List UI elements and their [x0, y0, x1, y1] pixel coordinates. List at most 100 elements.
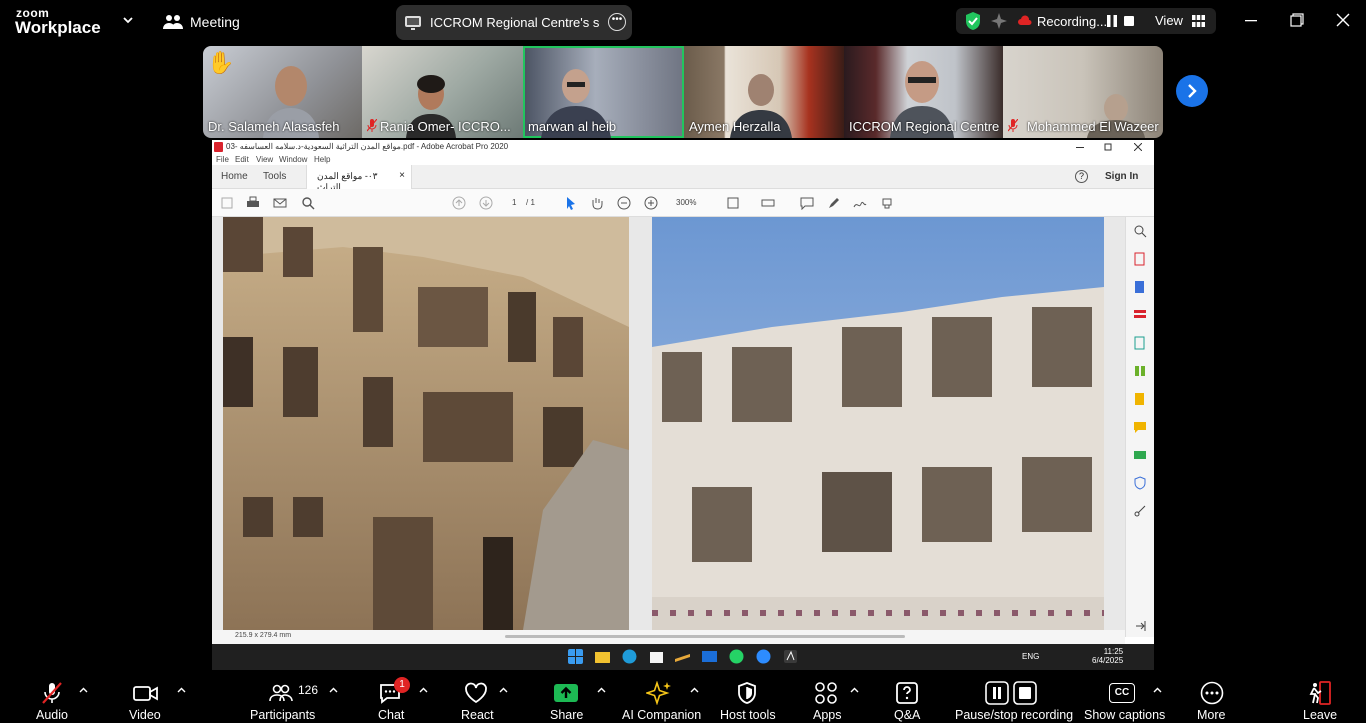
participants-button[interactable]: 126 Participants: [247, 671, 327, 723]
tab-document[interactable]: ٠٣- مواقع المدن التراث... ×: [306, 165, 412, 192]
windows-start-icon[interactable]: [568, 649, 583, 664]
ai-companion-button[interactable]: AI Companion: [620, 671, 701, 723]
minimize-icon[interactable]: [1243, 12, 1259, 28]
scan-ocr-icon[interactable]: [1133, 448, 1147, 462]
caret-up-icon[interactable]: [329, 687, 338, 693]
edge-browser-icon[interactable]: [622, 649, 637, 664]
chevron-down-icon[interactable]: [121, 13, 135, 27]
audio-button[interactable]: Audio: [30, 671, 90, 723]
fit-page-icon[interactable]: [726, 196, 740, 210]
zoom-level-select[interactable]: 300%: [676, 198, 696, 207]
video-button[interactable]: Video: [125, 671, 170, 723]
input-language[interactable]: ENG: [1022, 652, 1039, 661]
participant-tile[interactable]: Aymen Herzalla: [684, 46, 844, 138]
react-button[interactable]: React: [458, 671, 498, 723]
security-shield-icon[interactable]: [964, 11, 982, 31]
host-tools-button[interactable]: Host tools: [718, 671, 778, 723]
more-button[interactable]: More: [1194, 671, 1230, 723]
caret-up-icon[interactable]: [177, 687, 186, 693]
leave-button[interactable]: Leave: [1298, 671, 1338, 723]
select-cursor-icon[interactable]: [564, 196, 578, 210]
hand-tool-icon[interactable]: [590, 196, 604, 210]
view-button[interactable]: View: [1155, 13, 1183, 28]
caret-up-icon[interactable]: [79, 687, 88, 693]
participant-tile[interactable]: ICCROM Regional Centre: [844, 46, 1003, 138]
sign-in-button[interactable]: Sign In: [1105, 171, 1138, 182]
prev-page-icon[interactable]: [452, 196, 466, 210]
file-explorer-icon[interactable]: [595, 649, 610, 664]
combine-files-icon[interactable]: [1133, 336, 1147, 350]
show-captions-button[interactable]: CC Show captions: [1082, 671, 1168, 723]
close-tab-icon[interactable]: ×: [399, 170, 405, 181]
caret-up-icon[interactable]: [419, 687, 428, 693]
minimize-icon[interactable]: [1076, 143, 1084, 151]
gallery-next-button[interactable]: [1176, 75, 1208, 107]
share-button[interactable]: Share: [547, 671, 587, 723]
close-icon[interactable]: [1335, 12, 1351, 28]
caret-up-icon[interactable]: [499, 687, 508, 693]
grid-view-icon[interactable]: [1192, 15, 1205, 27]
create-pdf-icon[interactable]: [1133, 280, 1147, 294]
outlook-icon[interactable]: [702, 649, 717, 664]
protect-icon[interactable]: [1133, 476, 1147, 490]
menu-window[interactable]: Window: [279, 155, 307, 164]
organize-pages-icon[interactable]: [1133, 364, 1147, 378]
meeting-label[interactable]: Meeting: [190, 14, 240, 30]
collapse-panel-icon[interactable]: [1133, 619, 1147, 633]
menu-view[interactable]: View: [256, 155, 273, 164]
save-icon[interactable]: [220, 196, 234, 210]
zoom-out-icon[interactable]: [617, 196, 631, 210]
help-icon[interactable]: ?: [1075, 170, 1088, 183]
next-page-icon[interactable]: [479, 196, 493, 210]
zoom-icon[interactable]: [1133, 224, 1147, 238]
maximize-icon[interactable]: [1289, 12, 1305, 28]
more-options-icon[interactable]: •••: [608, 13, 626, 31]
stamp-icon[interactable]: [880, 196, 894, 210]
share-status-pill[interactable]: ICCROM Regional Centre's scree •••: [396, 5, 632, 40]
more-tools-icon[interactable]: [1133, 504, 1147, 518]
acrobat-app-icon[interactable]: [783, 649, 798, 664]
menu-file[interactable]: File: [216, 155, 229, 164]
pause-recording-icon[interactable]: [1106, 15, 1118, 27]
menu-help[interactable]: Help: [314, 155, 330, 164]
menu-edit[interactable]: Edit: [235, 155, 249, 164]
stop-recording-icon[interactable]: [1124, 16, 1134, 26]
zoom-app-icon[interactable]: [756, 649, 771, 664]
participant-tile[interactable]: Rania Omer- ICCRO...: [362, 46, 523, 138]
participant-tile-active[interactable]: marwan al heib: [523, 46, 684, 138]
pause-stop-recording-button[interactable]: Pause/stop recording: [954, 671, 1073, 723]
whatsapp-icon[interactable]: [729, 649, 744, 664]
chat-button[interactable]: 1 Chat: [372, 671, 414, 723]
comment-icon[interactable]: [800, 196, 814, 210]
app-icon[interactable]: [675, 649, 690, 664]
caret-up-icon[interactable]: [690, 687, 699, 693]
highlight-pen-icon[interactable]: [827, 196, 841, 210]
edit-pdf-icon[interactable]: [1133, 308, 1147, 322]
zoom-in-icon[interactable]: [644, 196, 658, 210]
participant-tile[interactable]: ✋ Dr. Salameh Alasasfeh: [203, 46, 362, 138]
search-icon[interactable]: [301, 196, 315, 210]
page-number-input[interactable]: 1: [512, 198, 516, 207]
export-pdf-icon[interactable]: [1133, 252, 1147, 266]
close-icon[interactable]: [1134, 143, 1142, 151]
comment-panel-icon[interactable]: [1133, 420, 1147, 434]
apps-button[interactable]: Apps: [810, 671, 846, 723]
system-clock[interactable]: 11:25 6/4/2025: [1092, 647, 1123, 665]
caret-up-icon[interactable]: [1153, 687, 1162, 693]
participant-tile[interactable]: Mohammed El Wazeer: [1003, 46, 1163, 138]
tab-home[interactable]: Home: [221, 171, 248, 182]
send-review-icon[interactable]: [1133, 392, 1147, 406]
pdf-page-view[interactable]: [212, 217, 1125, 630]
tab-tools[interactable]: Tools: [263, 171, 286, 182]
horizontal-scrollbar[interactable]: [505, 635, 905, 638]
email-icon[interactable]: [273, 196, 287, 210]
caret-up-icon[interactable]: [850, 687, 859, 693]
qa-button[interactable]: Q&A: [892, 671, 924, 723]
sign-icon[interactable]: [853, 196, 867, 210]
keyboard-icon[interactable]: [761, 196, 775, 210]
caret-up-icon[interactable]: [597, 687, 606, 693]
ai-sparkle-icon[interactable]: [990, 12, 1008, 30]
maximize-icon[interactable]: [1104, 143, 1112, 151]
store-icon[interactable]: [649, 649, 664, 664]
print-icon[interactable]: [246, 196, 260, 210]
